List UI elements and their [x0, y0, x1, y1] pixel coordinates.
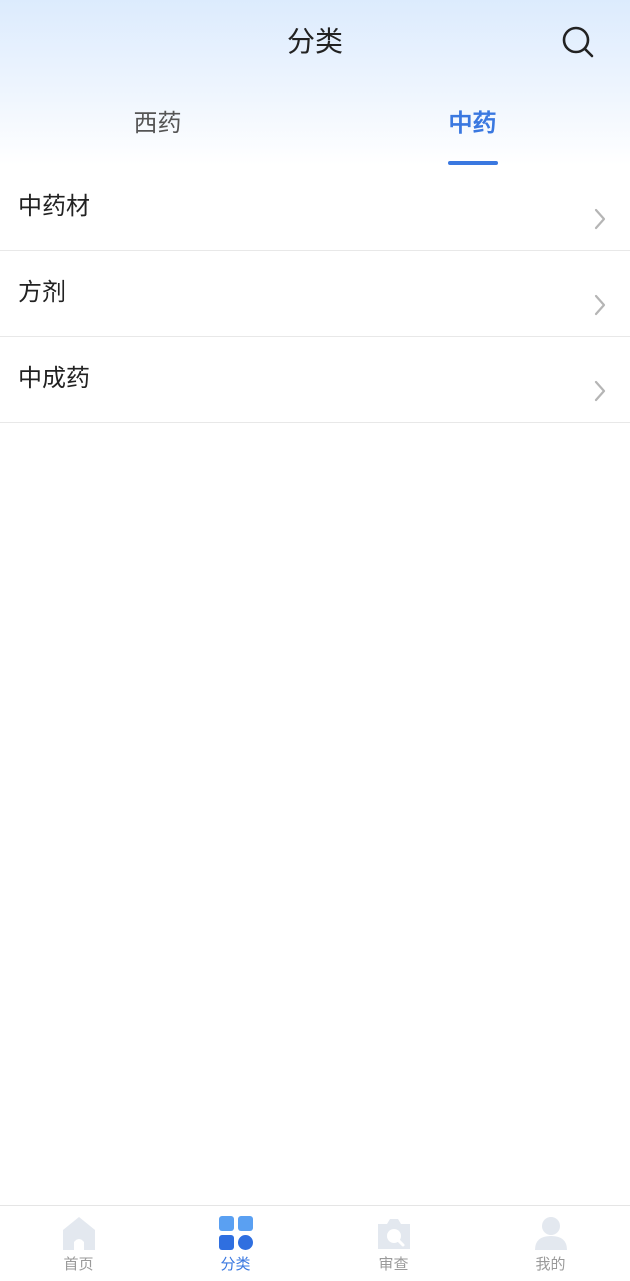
chevron-right-icon: [594, 294, 606, 316]
tabbar-label: 分类: [220, 1255, 251, 1273]
list-item-patent-medicines[interactable]: 中成药: [0, 337, 630, 423]
tabbar-item-review[interactable]: 审查: [315, 1206, 472, 1281]
tab-label: 中药: [448, 109, 497, 137]
tabbar-label: 首页: [63, 1255, 94, 1273]
list-item-label: 中成药: [18, 364, 90, 392]
category-tabs: 西药 中药: [0, 95, 630, 165]
camera-review-icon: [378, 1219, 410, 1249]
chevron-right-icon: [594, 380, 606, 402]
header: 分类 西药 中药: [0, 0, 630, 165]
tabbar-item-category[interactable]: 分类: [157, 1206, 314, 1281]
category-grid-icon: [219, 1216, 253, 1250]
tabbar-label: 我的: [535, 1255, 566, 1273]
list-item-label: 方剂: [18, 278, 66, 306]
list-item-label: 中药材: [18, 192, 90, 220]
tabbar-label: 审查: [378, 1255, 409, 1273]
chevron-right-icon: [594, 208, 606, 230]
bottom-tab-bar: 首页 分类 审查 我的: [0, 1205, 630, 1281]
home-icon: [63, 1217, 95, 1250]
category-list: 中药材 方剂 中成药: [0, 165, 630, 423]
tab-western-medicine[interactable]: 西药: [0, 95, 315, 165]
page-title: 分类: [286, 25, 343, 58]
tabbar-item-profile[interactable]: 我的: [472, 1206, 629, 1281]
list-item-herbal-materials[interactable]: 中药材: [0, 165, 630, 251]
tab-label: 西药: [133, 109, 182, 137]
search-icon: [562, 26, 594, 58]
tabbar-item-home[interactable]: 首页: [0, 1206, 157, 1281]
search-button[interactable]: [556, 20, 600, 64]
list-item-formulas[interactable]: 方剂: [0, 251, 630, 337]
user-icon: [535, 1217, 567, 1250]
tab-chinese-medicine[interactable]: 中药: [315, 95, 630, 165]
